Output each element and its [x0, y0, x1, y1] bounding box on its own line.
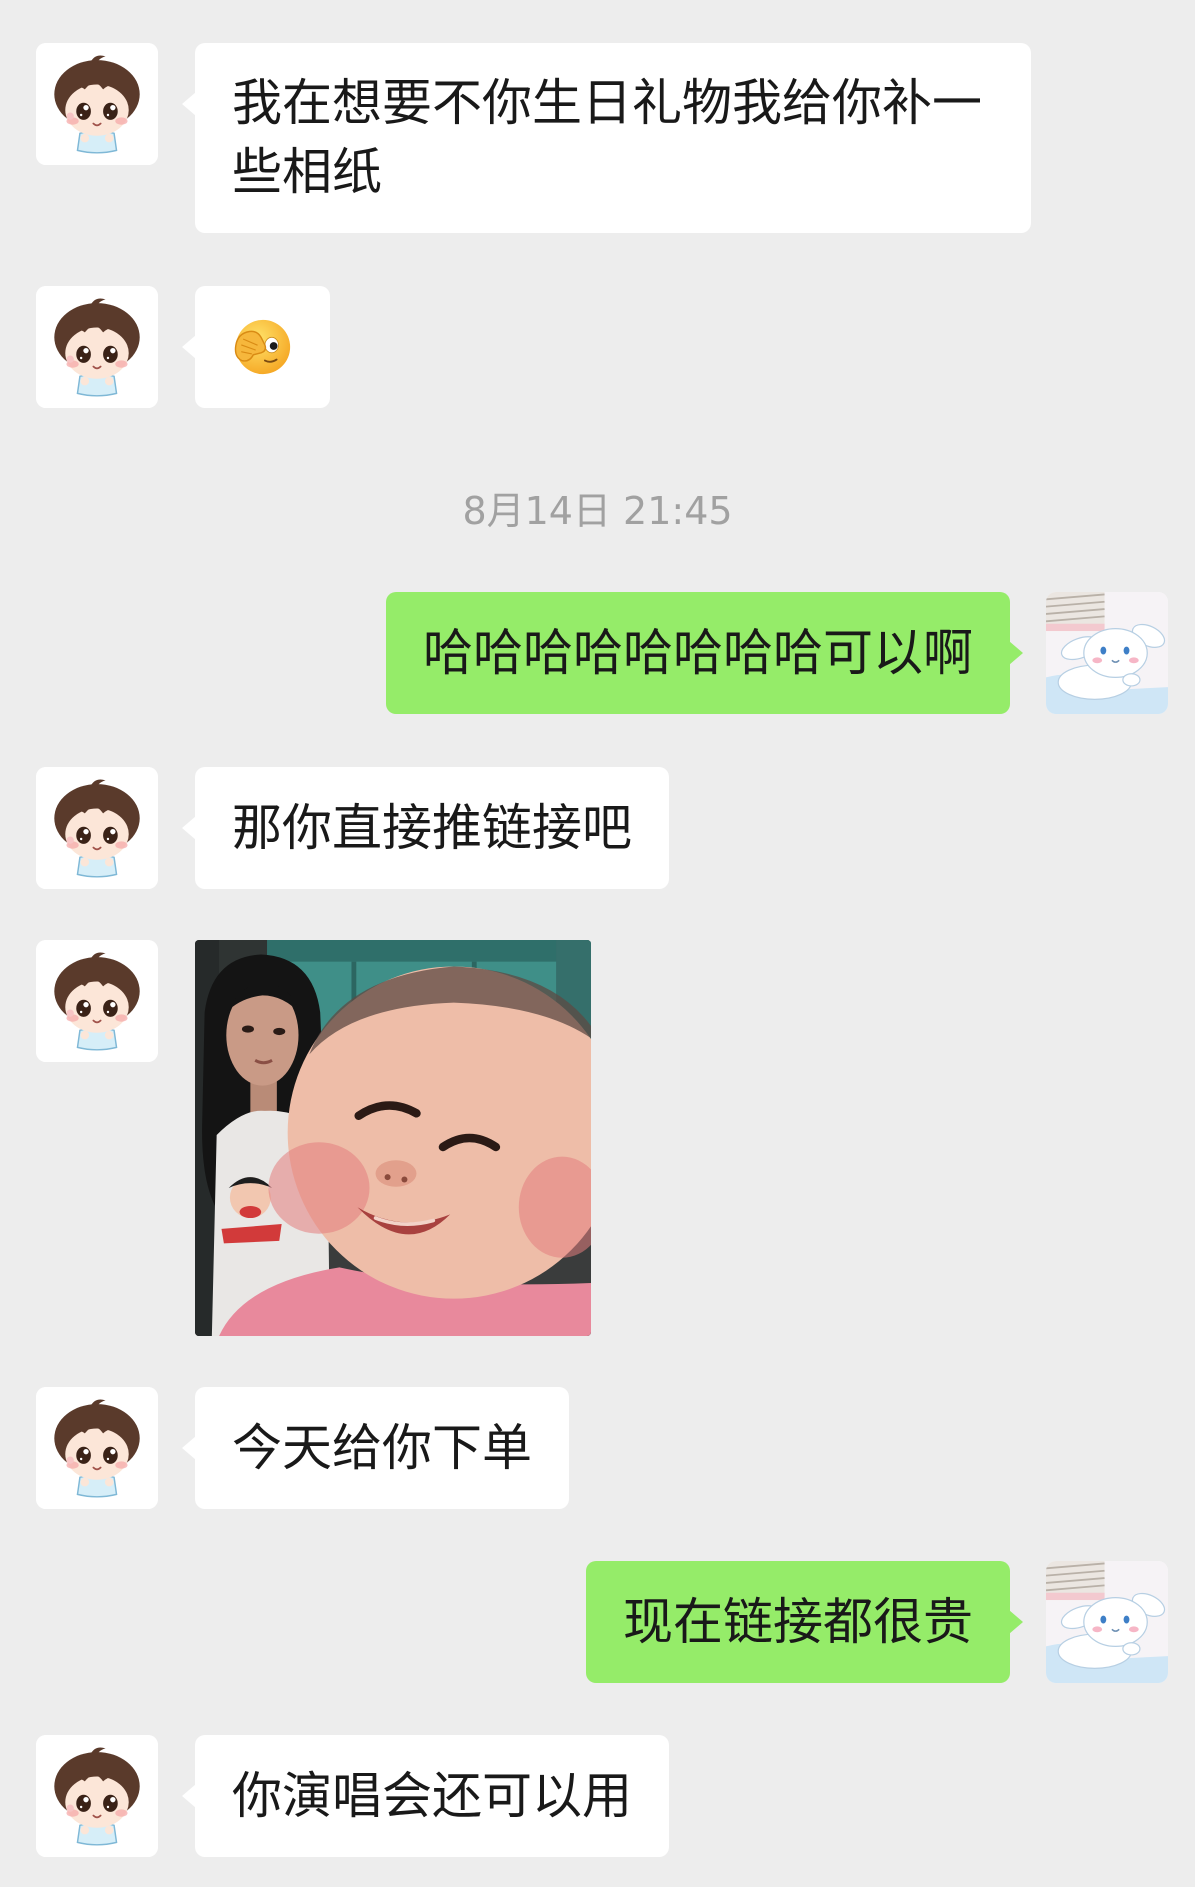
contact-avatar[interactable] [36, 43, 158, 165]
contact-avatar[interactable] [36, 767, 158, 889]
incoming-message-bubble[interactable]: 我在想要不你生日礼物我给你补一些相纸 [182, 43, 1031, 233]
contact-avatar[interactable] [36, 940, 158, 1062]
message-timestamp: 8月14日 21:45 [462, 489, 733, 533]
message-text: 现在链接都很贵 [623, 1593, 973, 1651]
incoming-message-bubble[interactable]: 你演唱会还可以用 [182, 1735, 669, 1857]
my-avatar[interactable] [1046, 592, 1168, 714]
contact-avatar[interactable] [36, 1387, 158, 1509]
cartoon-boy-avatar-icon [36, 1387, 158, 1509]
peeking-face-icon [234, 319, 290, 375]
incoming-emoji-bubble[interactable] [182, 286, 330, 408]
cartoon-boy-avatar-icon [36, 286, 158, 408]
outgoing-message-bubble[interactable]: 现在链接都很贵 [586, 1561, 1023, 1683]
my-avatar[interactable] [1046, 1561, 1168, 1683]
incoming-message-bubble[interactable]: 今天给你下单 [182, 1387, 569, 1509]
white-puppy-avatar-icon [1046, 592, 1168, 714]
contact-avatar[interactable] [36, 1735, 158, 1857]
photo-image [195, 940, 591, 1336]
incoming-message-bubble[interactable]: 那你直接推链接吧 [182, 767, 669, 889]
contact-avatar[interactable] [36, 286, 158, 408]
outgoing-message-bubble[interactable]: 哈哈哈哈哈哈哈哈可以啊 [386, 592, 1023, 714]
cartoon-boy-avatar-icon [36, 767, 158, 889]
cartoon-boy-avatar-icon [36, 43, 158, 165]
message-text: 那你直接推链接吧 [232, 799, 632, 857]
message-text: 今天给你下单 [232, 1419, 532, 1477]
white-puppy-avatar-icon [1046, 1561, 1168, 1683]
message-text: 哈哈哈哈哈哈哈哈可以啊 [423, 624, 973, 682]
message-text: 你演唱会还可以用 [232, 1767, 632, 1825]
cartoon-boy-avatar-icon [36, 940, 158, 1062]
message-text: 我在想要不你生日礼物我给你补一些相纸 [232, 74, 982, 201]
photo-message[interactable] [195, 940, 591, 1336]
cartoon-boy-avatar-icon [36, 1735, 158, 1857]
